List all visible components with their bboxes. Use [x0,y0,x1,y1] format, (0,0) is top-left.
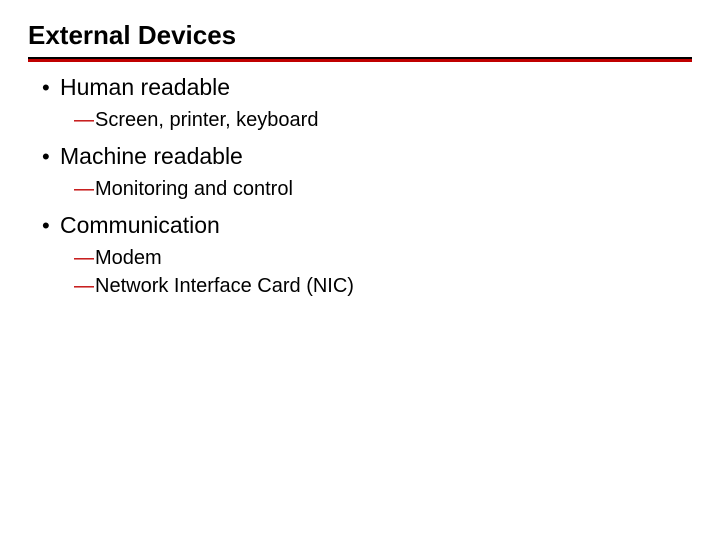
sub-list: — Monitoring and control [42,176,692,202]
rule-red [28,59,692,62]
sub-list: — Screen, printer, keyboard [42,107,692,133]
bullet-label: Communication [60,210,220,241]
sub-list-item: — Screen, printer, keyboard [74,107,692,133]
list-item: • Communication — Modem — Network Interf… [42,210,692,299]
slide: External Devices • Human readable — Scre… [0,0,720,540]
bullet-label: Machine readable [60,141,243,172]
sub-label: Monitoring and control [95,176,293,202]
slide-title: External Devices [28,20,692,51]
title-underline [28,57,692,62]
bullet-label: Human readable [60,72,230,103]
bullet-icon: • [42,215,60,237]
sub-label: Modem [95,245,162,271]
sub-list-item: — Monitoring and control [74,176,692,202]
bullet-icon: • [42,77,60,99]
bullet-list: • Human readable — Screen, printer, keyb… [28,72,692,299]
list-item: • Human readable — Screen, printer, keyb… [42,72,692,133]
sub-label: Screen, printer, keyboard [95,107,318,133]
bullet-icon: • [42,146,60,168]
list-item: • Machine readable — Monitoring and cont… [42,141,692,202]
dash-icon: — [74,176,94,202]
sub-list: — Modem — Network Interface Card (NIC) [42,245,692,299]
dash-icon: — [74,107,94,133]
sub-list-item: — Network Interface Card (NIC) [74,273,692,299]
dash-icon: — [74,245,94,271]
sub-list-item: — Modem [74,245,692,271]
sub-label: Network Interface Card (NIC) [95,273,354,299]
dash-icon: — [74,273,94,299]
